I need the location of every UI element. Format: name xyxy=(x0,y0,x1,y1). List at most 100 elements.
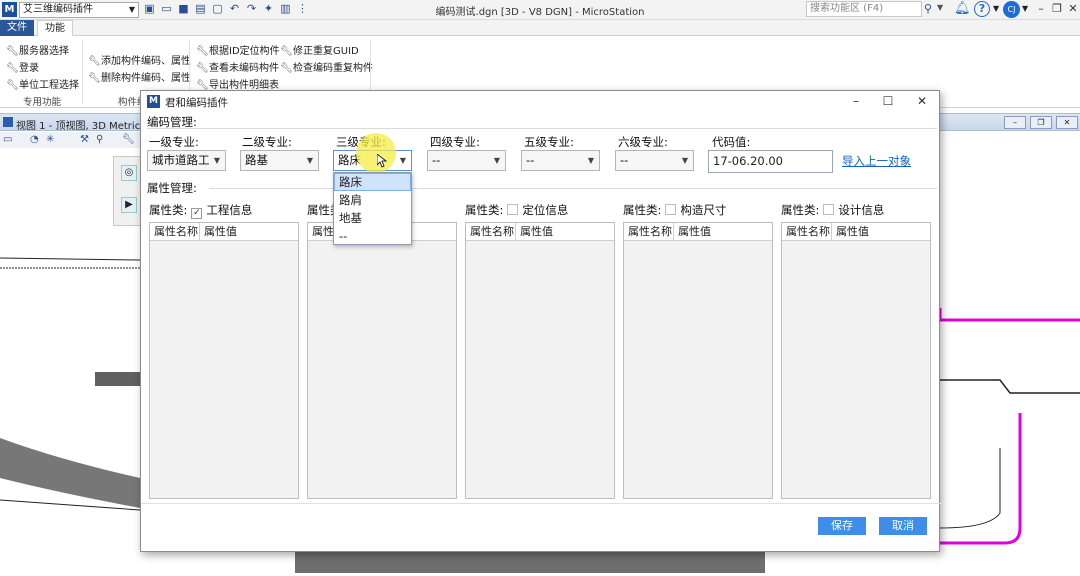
chevron-down-icon: ▼ xyxy=(399,156,406,165)
level5-select[interactable]: -- ▼ xyxy=(521,150,600,171)
wrench-icon: 🔧︎ xyxy=(196,46,209,57)
code-value-field[interactable]: 17-06.20.00 xyxy=(708,150,833,173)
dropdown-option[interactable]: 地基 xyxy=(334,209,411,227)
select-arrow-icon[interactable]: ▶ xyxy=(121,197,137,213)
zoom-icon[interactable]: ⚲ xyxy=(96,134,103,145)
plugin-logo-icon: M xyxy=(147,95,160,108)
chevron-down-icon[interactable]: ▼ xyxy=(1022,4,1028,13)
add-code-button[interactable]: 🔧︎添加构件编码、属性 xyxy=(88,52,191,67)
help-icon[interactable]: ? xyxy=(974,1,990,17)
chevron-down-icon[interactable]: ▼ xyxy=(937,3,943,12)
level2-select[interactable]: 路基 ▼ xyxy=(240,150,319,171)
property-category-5: 属性类: 设计信息 xyxy=(781,203,885,217)
dialog-maximize-button[interactable]: ☐ xyxy=(875,92,901,110)
save-button[interactable]: 保存 xyxy=(818,517,866,535)
category-checkbox[interactable] xyxy=(507,204,519,215)
level6-select[interactable]: -- ▼ xyxy=(615,150,694,171)
redo-icon[interactable]: ↷ xyxy=(245,2,258,15)
properties-icon[interactable]: ▢ xyxy=(211,2,224,15)
dropdown-option[interactable]: -- xyxy=(334,227,411,245)
table-header: 属性名称 属性值 xyxy=(624,223,772,241)
ribbon-search-input[interactable]: 搜索功能区 (F4) xyxy=(806,1,922,17)
view-uncoded-button[interactable]: 🔧︎查看未编码构件 xyxy=(196,59,279,74)
level2-label: 二级专业: xyxy=(242,135,292,149)
save-all-icon[interactable]: ▤ xyxy=(194,2,207,15)
dialog-close-button[interactable]: ✕ xyxy=(909,92,935,110)
tool-panel: ◎ ▶ xyxy=(113,156,141,226)
coding-plugin-dialog: M 君和编码插件 – ☐ ✕ 编码管理: 一级专业: 二级专业: 三级专业: 四… xyxy=(140,90,941,552)
import-previous-link[interactable]: 导入上一对象 xyxy=(842,153,911,169)
property-table-2[interactable]: 属性名称 属性值 xyxy=(307,222,457,499)
wrench-icon: 🔧︎ xyxy=(280,46,293,57)
property-table-4[interactable]: 属性名称 属性值 xyxy=(623,222,773,499)
undo-icon[interactable]: ↶ xyxy=(228,2,241,15)
group-divider xyxy=(82,40,83,104)
view-restore-button[interactable]: ❐ xyxy=(1030,116,1052,129)
server-select-button[interactable]: 🔧︎服务器选择 xyxy=(6,42,69,57)
title-bar: M 艾三维编码插件 ▼ ▣ ▭ ■ ▤ ▢ ↶ ↷ ✦ ▥ ⋮ 编码测试.dgn… xyxy=(0,0,1080,20)
level6-label: 六级专业: xyxy=(618,135,668,149)
print-icon[interactable]: ▥ xyxy=(279,2,292,15)
notification-bell-icon[interactable]: 🔔︎ xyxy=(954,1,971,17)
property-category-4: 属性类: 构造尺寸 xyxy=(623,203,727,217)
view-icon xyxy=(3,117,13,127)
property-table-5[interactable]: 属性名称 属性值 xyxy=(781,222,931,499)
brush-icon[interactable]: ⚒ xyxy=(80,134,89,145)
export-details-button[interactable]: 🔧︎导出构件明细表 xyxy=(196,76,279,91)
lighting-icon[interactable]: ✳ xyxy=(46,134,54,145)
workspace-select-value: 艾三维编码插件 xyxy=(23,4,93,15)
tab-function[interactable]: 功能 xyxy=(37,20,73,37)
wrench-icon[interactable]: 🔧︎ xyxy=(122,134,135,145)
mouse-pointer-icon xyxy=(377,154,387,168)
workspace-select[interactable]: 艾三维编码插件 ▼ xyxy=(19,2,139,18)
tab-file[interactable]: 文件 xyxy=(0,20,34,36)
unit-project-button[interactable]: 🔧︎单位工程选择 xyxy=(6,76,79,91)
dialog-title: 君和编码插件 xyxy=(165,97,228,109)
display-style-icon[interactable]: ◔ xyxy=(30,134,39,145)
level1-select[interactable]: 城市道路工 ▼ xyxy=(147,150,226,171)
property-category-1: 属性类: ✓ 工程信息 xyxy=(149,203,253,219)
close-icon[interactable]: ✕ xyxy=(1066,1,1080,17)
wrench-icon: 🔧︎ xyxy=(196,63,209,74)
table-header: 属性名称 属性值 xyxy=(466,223,614,241)
fix-guid-button[interactable]: 🔧︎修正重复GUID xyxy=(280,42,359,57)
level3-dropdown-list: 路床 路肩 地基 -- xyxy=(333,172,412,245)
property-table-3[interactable]: 属性名称 属性值 xyxy=(465,222,615,499)
chevron-down-icon[interactable]: ▼ xyxy=(993,4,999,13)
check-duplicate-button[interactable]: 🔧︎检查编码重复构件 xyxy=(280,59,373,74)
dropdown-option[interactable]: 路肩 xyxy=(334,191,411,209)
target-icon[interactable]: ◎ xyxy=(121,165,137,181)
property-table-1[interactable]: 属性名称 属性值 xyxy=(149,222,299,499)
open-folder-icon[interactable]: ▭ xyxy=(160,2,173,15)
chevron-down-icon: ▼ xyxy=(128,5,135,14)
customize-qat-icon[interactable]: ⋮ xyxy=(296,2,309,15)
pin-icon[interactable]: ✦ xyxy=(262,2,275,15)
login-button[interactable]: 🔧︎登录 xyxy=(6,59,39,74)
category-checkbox[interactable] xyxy=(665,204,677,215)
dialog-minimize-button[interactable]: – xyxy=(843,92,869,110)
wrench-icon: 🔧︎ xyxy=(6,80,19,91)
layers-icon[interactable]: ▣ xyxy=(143,2,156,15)
view-toolbar: ▭ ◔ ✳ ⚒ ⚲ 🔧︎ xyxy=(0,132,140,148)
view-minimize-button[interactable]: – xyxy=(1004,116,1026,129)
cancel-button[interactable]: 取消 xyxy=(879,517,927,535)
footer-divider xyxy=(141,503,941,504)
locate-by-id-button[interactable]: 🔧︎根据ID定位构件 xyxy=(196,42,280,57)
minimize-icon[interactable]: – xyxy=(1034,1,1048,17)
category-checkbox[interactable] xyxy=(823,204,835,215)
section-divider xyxy=(147,128,937,129)
dropdown-option[interactable]: 路床 xyxy=(334,173,411,191)
search-icon[interactable]: ⚲ xyxy=(924,2,932,15)
level4-label: 四级专业: xyxy=(430,135,480,149)
level4-select[interactable]: -- ▼ xyxy=(427,150,506,171)
user-avatar[interactable]: CJ xyxy=(1003,1,1020,18)
level1-label: 一级专业: xyxy=(149,135,199,149)
delete-code-button[interactable]: 🔧︎删除构件编码、属性 xyxy=(88,69,191,84)
restore-icon[interactable]: ❐ xyxy=(1050,1,1064,17)
microstation-logo-icon[interactable]: M xyxy=(2,2,17,17)
view-close-button[interactable]: ✕ xyxy=(1056,116,1078,129)
view-attributes-icon[interactable]: ▭ xyxy=(3,134,12,145)
category-checkbox[interactable]: ✓ xyxy=(191,208,203,219)
save-icon[interactable]: ■ xyxy=(177,2,190,15)
chevron-down-icon: ▼ xyxy=(587,156,594,165)
